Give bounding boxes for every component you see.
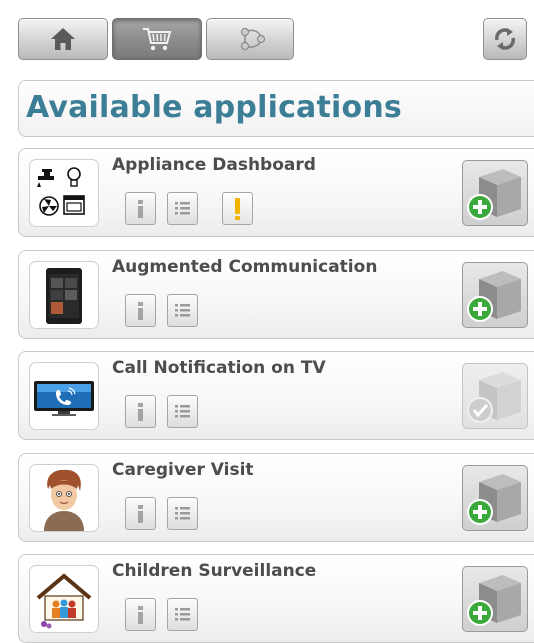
app-card[interactable]: Augmented Communication [18, 250, 534, 339]
cart-button[interactable] [112, 18, 202, 60]
call-notification-tv-icon [29, 362, 99, 430]
install-button[interactable] [462, 262, 528, 328]
refresh-button[interactable] [483, 18, 527, 60]
appliance-dashboard-icon [29, 159, 99, 227]
details-button[interactable] [167, 192, 198, 225]
refresh-icon [495, 28, 515, 50]
add-package-icon [467, 271, 521, 322]
list-icon [175, 507, 190, 520]
home-button[interactable] [18, 18, 108, 60]
toolbar [0, 0, 534, 70]
app-card[interactable]: Children Surveillance [18, 554, 534, 643]
installed-indicator [462, 363, 528, 429]
details-button[interactable] [167, 497, 198, 530]
details-button[interactable] [167, 598, 198, 631]
install-button[interactable] [462, 465, 528, 531]
app-name: Call Notification on TV [112, 358, 326, 378]
app-name: Children Surveillance [112, 561, 317, 581]
augmented-communication-icon [29, 261, 99, 329]
installed-package-icon [467, 372, 521, 423]
network-button[interactable] [206, 18, 294, 60]
install-button[interactable] [462, 566, 528, 632]
caregiver-visit-icon [29, 464, 99, 532]
list-icon [175, 608, 190, 621]
install-button[interactable] [462, 160, 528, 226]
info-icon [138, 606, 143, 624]
info-icon [138, 403, 143, 421]
app-card[interactable]: Caregiver Visit [18, 453, 534, 542]
network-icon [240, 27, 265, 51]
page-header: Available applications [18, 80, 534, 137]
info-icon [138, 302, 143, 320]
info-icon [138, 505, 143, 523]
cart-icon [143, 28, 172, 51]
list-icon [175, 304, 190, 317]
info-button[interactable] [125, 395, 156, 428]
app-card[interactable]: Appliance Dashboard [18, 148, 534, 237]
app-name: Appliance Dashboard [112, 155, 316, 175]
warning-icon [235, 198, 240, 220]
list-icon [175, 202, 190, 215]
home-icon [51, 28, 75, 50]
info-button[interactable] [125, 192, 156, 225]
info-icon [138, 200, 143, 218]
add-package-icon [467, 169, 521, 220]
info-button[interactable] [125, 294, 156, 327]
add-package-icon [467, 474, 521, 525]
app-name: Augmented Communication [112, 257, 378, 277]
page-title: Available applications [26, 90, 402, 125]
warning-button[interactable] [222, 192, 253, 225]
details-button[interactable] [167, 395, 198, 428]
info-button[interactable] [125, 598, 156, 631]
children-surveillance-icon [29, 565, 99, 633]
app-card[interactable]: Call Notification on TV [18, 351, 534, 440]
app-name: Caregiver Visit [112, 460, 254, 480]
list-icon [175, 405, 190, 418]
add-package-icon [467, 575, 521, 626]
details-button[interactable] [167, 294, 198, 327]
info-button[interactable] [125, 497, 156, 530]
